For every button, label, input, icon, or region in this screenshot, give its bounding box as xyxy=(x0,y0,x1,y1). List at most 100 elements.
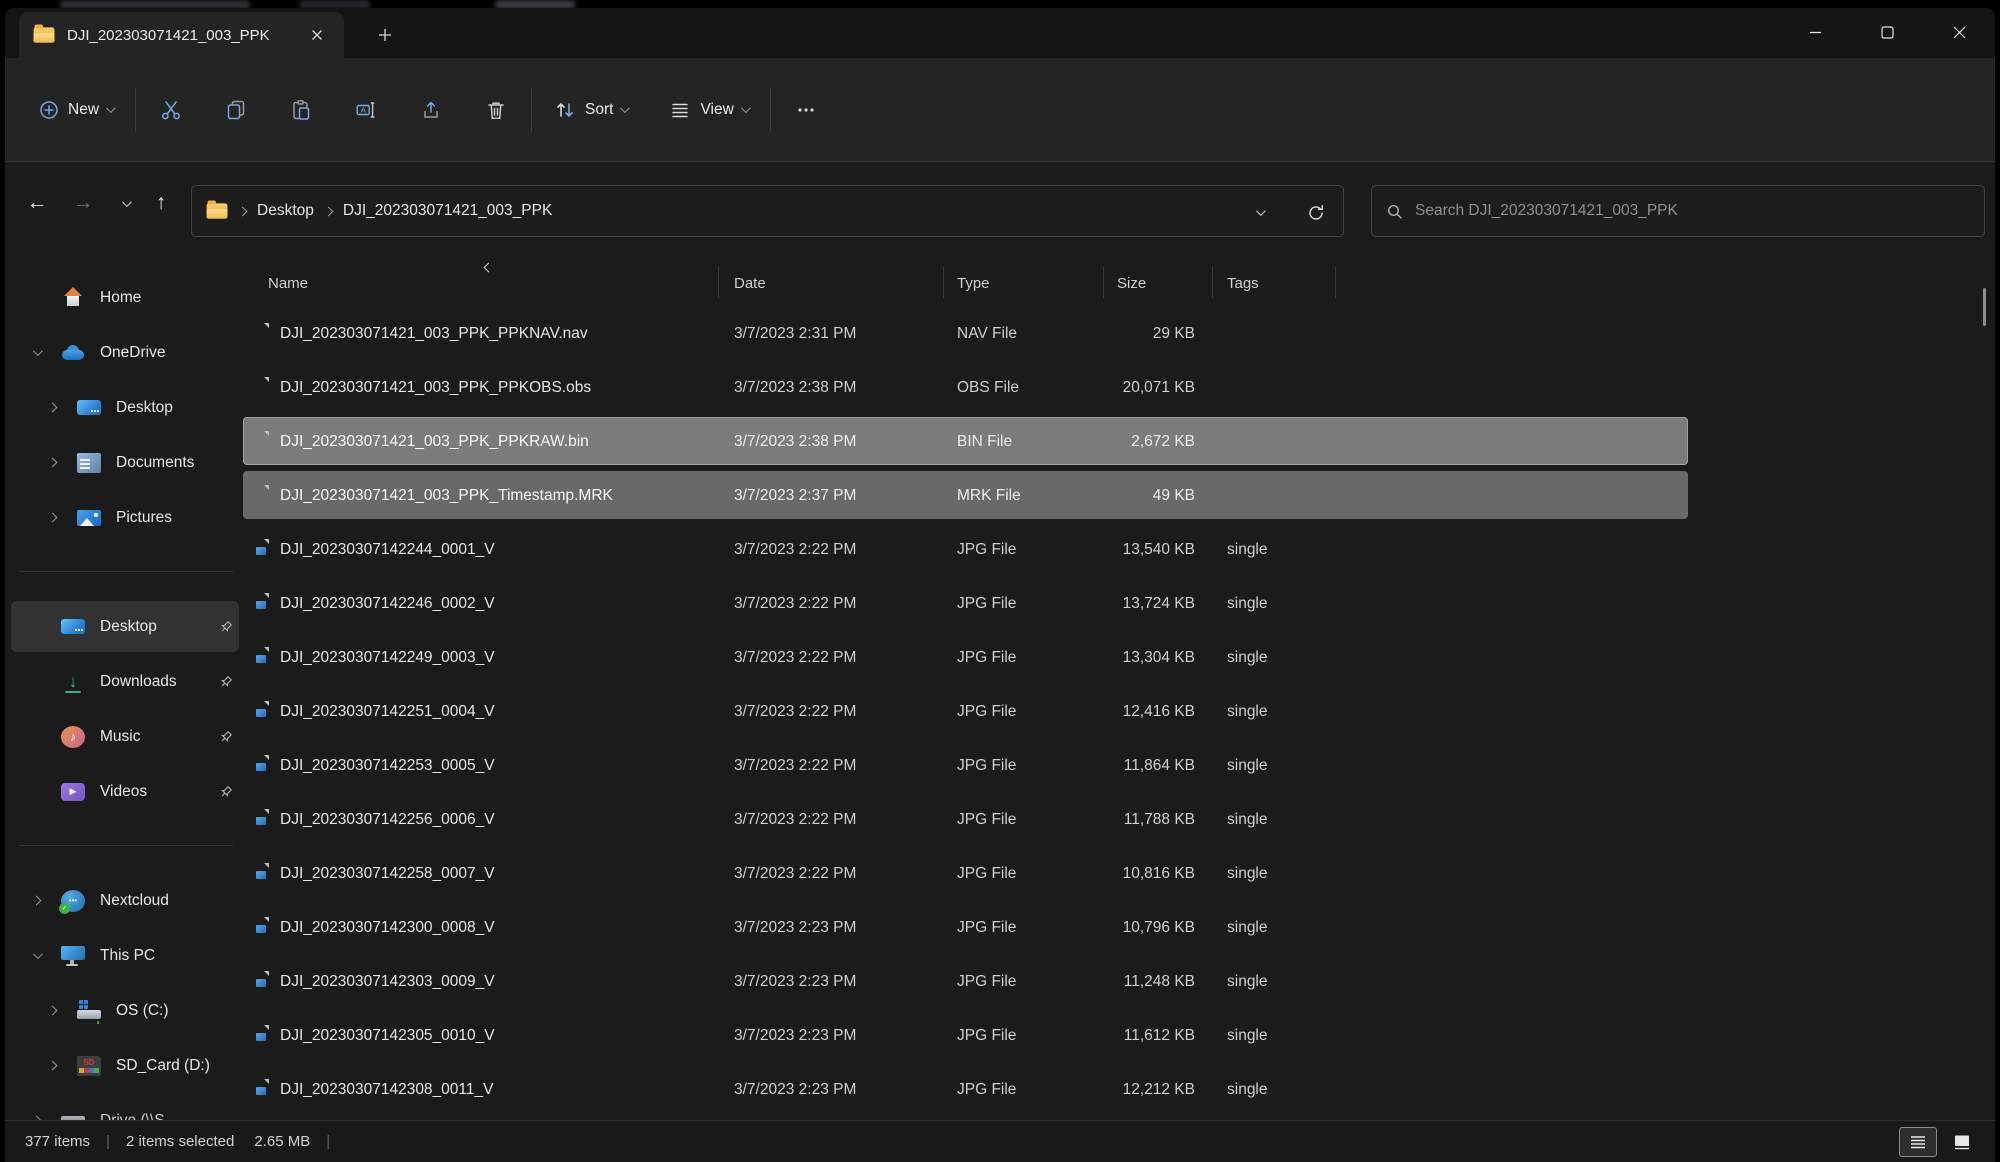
sidebar-item-desktop[interactable]: Desktop xyxy=(5,380,247,435)
sidebar-item-onedrive[interactable]: OneDrive xyxy=(5,325,247,380)
file-size-cell: 12,416 KB xyxy=(995,685,1195,739)
file-name-cell: DJI_20230307142253_0005_V xyxy=(280,739,495,793)
address-dropdown-chevron-icon[interactable] xyxy=(1256,206,1266,216)
file-date-cell: 3/7/2023 2:22 PM xyxy=(734,523,856,577)
search-input[interactable] xyxy=(1415,202,1970,220)
sidebar-item-music[interactable]: Music xyxy=(5,709,247,764)
tab-close-button[interactable] xyxy=(304,22,330,48)
expand-chevron-icon[interactable] xyxy=(47,1061,57,1071)
sidebar-item-desktop[interactable]: Desktop xyxy=(5,599,247,654)
file-date-cell: 3/7/2023 2:22 PM xyxy=(734,685,856,739)
file-row[interactable]: DJI_202303071421_003_PPK_Timestamp.MRK3/… xyxy=(235,469,1995,523)
sidebar-item-downloads[interactable]: Downloads xyxy=(5,654,247,709)
sidebar-item-label: Documents xyxy=(116,454,194,472)
more-icon xyxy=(795,99,817,121)
window-controls xyxy=(1779,8,1995,56)
sidebar-item-documents[interactable]: Documents xyxy=(5,435,247,490)
search-box[interactable] xyxy=(1371,185,1985,237)
paste-button[interactable] xyxy=(278,84,324,136)
expand-chevron-icon[interactable] xyxy=(32,346,42,356)
column-separator[interactable] xyxy=(718,267,719,298)
cut-button[interactable] xyxy=(148,84,194,136)
file-row[interactable]: DJI_20230307142246_0002_V3/7/2023 2:22 P… xyxy=(235,577,1995,631)
breadcrumb-segment-current[interactable]: DJI_202303071421_003_PPK xyxy=(343,202,552,220)
delete-button[interactable] xyxy=(473,84,519,136)
sidebar-item-drive-s[interactable]: Drive (\\S xyxy=(5,1093,247,1120)
new-tab-button[interactable] xyxy=(367,18,403,52)
sidebar-item-pictures[interactable]: Pictures xyxy=(5,490,247,545)
file-row[interactable]: DJI_20230307142305_0010_V3/7/2023 2:23 P… xyxy=(235,1009,1995,1063)
chevron-down-icon xyxy=(620,103,630,113)
column-separator[interactable] xyxy=(1103,267,1104,298)
pin-icon xyxy=(219,730,233,744)
file-rows: DJI_202303071421_003_PPK_PPKNAV.nav3/7/2… xyxy=(235,307,1995,1117)
sidebar-item-nextcloud[interactable]: Nextcloud xyxy=(5,873,247,928)
column-separator[interactable] xyxy=(1335,267,1336,298)
refresh-button[interactable] xyxy=(1301,198,1331,228)
file-date-cell: 3/7/2023 2:22 PM xyxy=(734,631,856,685)
column-header-tags[interactable]: Tags xyxy=(1227,258,1259,307)
file-row[interactable]: DJI_20230307142303_0009_V3/7/2023 2:23 P… xyxy=(235,955,1995,1009)
column-separator[interactable] xyxy=(943,267,944,298)
rename-button[interactable]: A xyxy=(343,84,389,136)
file-row[interactable]: DJI_20230307142308_0011_V3/7/2023 2:23 P… xyxy=(235,1063,1995,1117)
copy-icon xyxy=(225,99,247,121)
vertical-scrollbar-thumb[interactable] xyxy=(1983,288,1986,326)
file-size-cell: 13,724 KB xyxy=(995,577,1195,631)
copy-button[interactable] xyxy=(213,84,259,136)
recent-locations-button[interactable] xyxy=(105,183,145,223)
sort-button[interactable]: Sort xyxy=(544,84,637,136)
file-size-cell: 49 KB xyxy=(995,469,1195,523)
column-header-size[interactable]: Size xyxy=(1117,258,1146,307)
explorer-tab[interactable]: DJI_202303071421_003_PPK xyxy=(19,12,344,58)
file-tags-cell: single xyxy=(1227,685,1268,739)
sidebar-item-os-c[interactable]: OS (C:) xyxy=(5,983,247,1038)
sidebar-item-videos[interactable]: Videos xyxy=(5,764,247,819)
up-button[interactable]: ↑ xyxy=(141,183,181,223)
breadcrumb-segment-desktop[interactable]: Desktop xyxy=(257,202,314,220)
column-separator[interactable] xyxy=(1212,267,1213,298)
address-bar[interactable]: Desktop DJI_202303071421_003_PPK xyxy=(191,185,1344,237)
file-row[interactable]: DJI_20230307142244_0001_V3/7/2023 2:22 P… xyxy=(235,523,1995,577)
file-row[interactable]: DJI_20230307142253_0005_V3/7/2023 2:22 P… xyxy=(235,739,1995,793)
chevron-down-icon xyxy=(106,103,116,113)
sidebar-item-sd-card-d[interactable]: SD_Card (D:) xyxy=(5,1038,247,1093)
file-name-cell: DJI_202303071421_003_PPK_PPKRAW.bin xyxy=(280,415,589,469)
expand-chevron-icon[interactable] xyxy=(32,949,42,959)
file-row[interactable]: DJI_20230307142249_0003_V3/7/2023 2:22 P… xyxy=(235,631,1995,685)
share-button[interactable] xyxy=(408,84,454,136)
chevron-slot xyxy=(43,404,61,411)
column-header-date[interactable]: Date xyxy=(734,258,766,307)
file-row[interactable]: DJI_20230307142251_0004_V3/7/2023 2:22 P… xyxy=(235,685,1995,739)
file-row[interactable]: DJI_20230307142256_0006_V3/7/2023 2:22 P… xyxy=(235,793,1995,847)
file-row[interactable]: DJI_20230307142258_0007_V3/7/2023 2:22 P… xyxy=(235,847,1995,901)
file-name-cell: DJI_20230307142256_0006_V xyxy=(280,793,495,847)
close-window-button[interactable] xyxy=(1923,8,1995,56)
expand-chevron-icon[interactable] xyxy=(47,403,57,413)
pin-icon xyxy=(219,620,233,634)
column-header-type[interactable]: Type xyxy=(957,258,990,307)
file-row[interactable]: DJI_202303071421_003_PPK_PPKNAV.nav3/7/2… xyxy=(235,307,1995,361)
file-row[interactable]: DJI_202303071421_003_PPK_PPKOBS.obs3/7/2… xyxy=(235,361,1995,415)
minimize-button[interactable] xyxy=(1779,8,1851,56)
details-view-button[interactable] xyxy=(1899,1127,1937,1157)
onedrive-icon xyxy=(61,341,85,365)
back-button[interactable]: ← xyxy=(17,183,57,223)
maximize-button[interactable] xyxy=(1851,8,1923,56)
new-button[interactable]: New xyxy=(29,84,123,136)
thumbnails-view-button[interactable] xyxy=(1943,1127,1981,1157)
expand-chevron-icon[interactable] xyxy=(31,896,41,906)
column-header-name[interactable]: Name xyxy=(268,258,308,307)
sidebar-item-this-pc[interactable]: This PC xyxy=(5,928,247,983)
expand-chevron-icon[interactable] xyxy=(47,1006,57,1016)
file-row[interactable]: DJI_20230307142300_0008_V3/7/2023 2:23 P… xyxy=(235,901,1995,955)
expand-chevron-icon[interactable] xyxy=(47,513,57,523)
sidebar-divider xyxy=(19,571,233,572)
view-button[interactable]: View xyxy=(659,84,757,136)
file-name-cell: DJI_202303071421_003_PPK_PPKOBS.obs xyxy=(280,361,591,415)
forward-button[interactable]: → xyxy=(63,183,103,223)
sidebar-item-home[interactable]: Home xyxy=(5,270,247,325)
file-row[interactable]: DJI_202303071421_003_PPK_PPKRAW.bin3/7/2… xyxy=(235,415,1995,469)
more-options-button[interactable] xyxy=(783,84,829,136)
expand-chevron-icon[interactable] xyxy=(47,458,57,468)
